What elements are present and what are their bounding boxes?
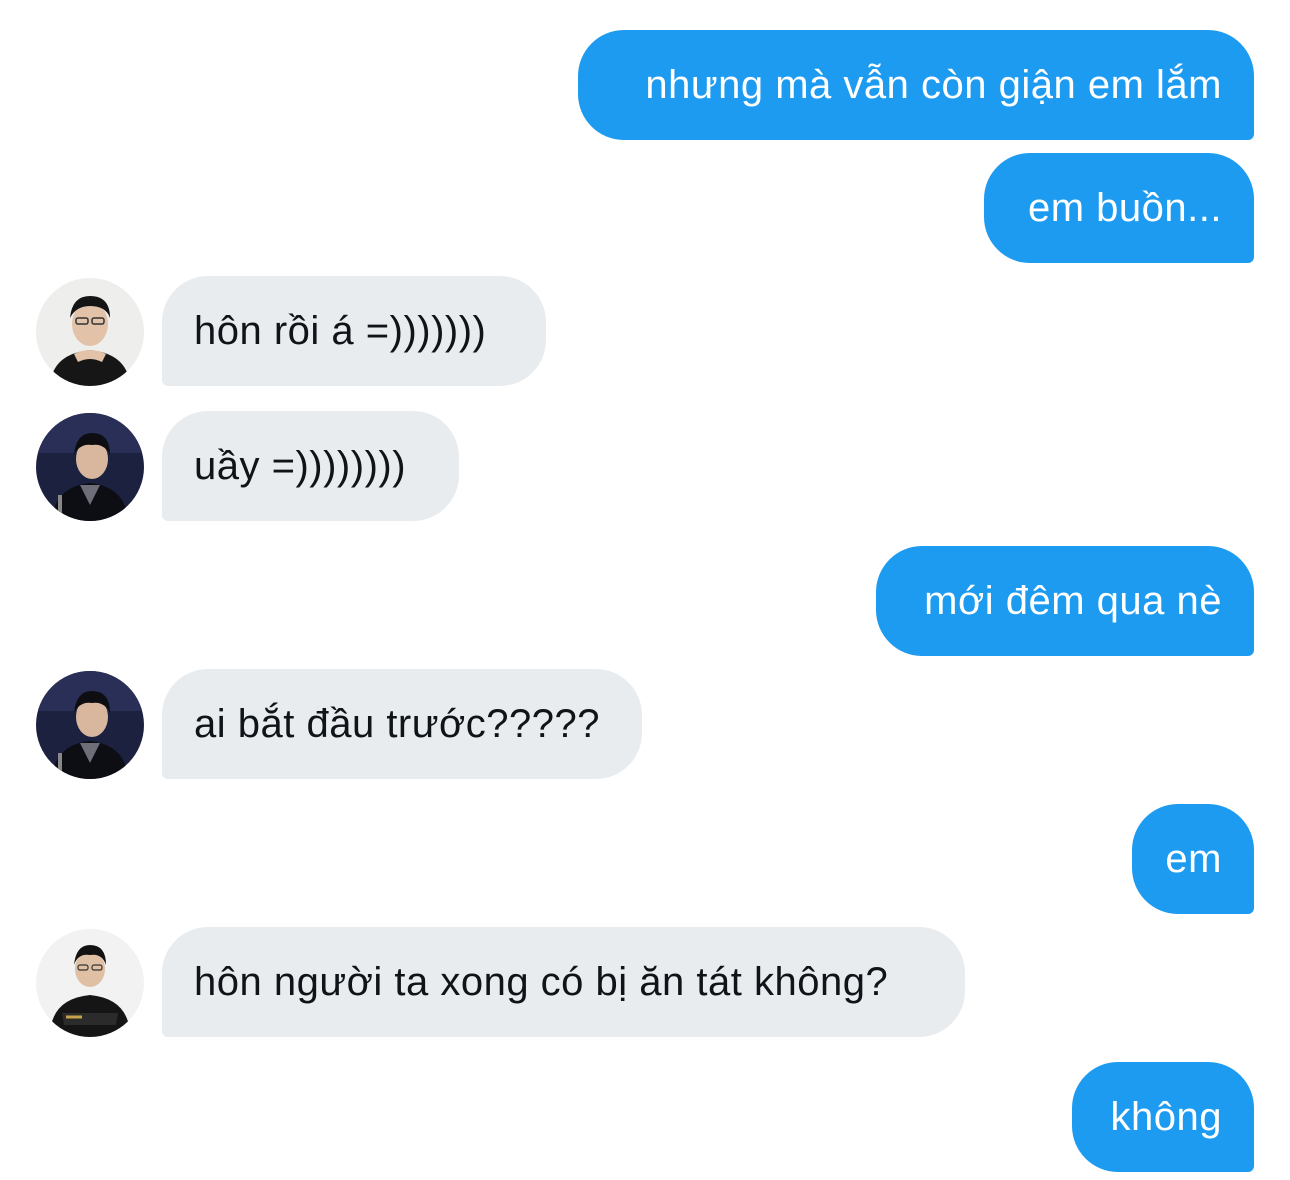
user-avatar[interactable] bbox=[36, 413, 144, 521]
user-avatar[interactable] bbox=[36, 929, 144, 1037]
message-text: hôn người ta xong có bị ăn tát không? bbox=[194, 959, 889, 1004]
message-text: nhưng mà vẫn còn giận em lắm bbox=[645, 62, 1222, 107]
message-row-incoming: uầy =)))))))) bbox=[0, 411, 1290, 521]
incoming-message-bubble[interactable]: hôn người ta xong có bị ăn tát không? bbox=[162, 927, 965, 1037]
person-in-black-jacket-avatar bbox=[36, 929, 144, 1037]
message-row-outgoing: em buồn... bbox=[0, 153, 1290, 263]
message-row-outgoing: nhưng mà vẫn còn giận em lắm bbox=[0, 30, 1290, 140]
incoming-message-bubble[interactable]: ai bắt đầu trước????? bbox=[162, 669, 642, 779]
message-text: mới đêm qua nè bbox=[924, 578, 1222, 623]
outgoing-message-bubble[interactable]: mới đêm qua nè bbox=[876, 546, 1254, 656]
person-in-dark-suit-avatar bbox=[36, 413, 144, 521]
message-text: uầy =)))))))) bbox=[194, 443, 407, 488]
message-text: ai bắt đầu trước????? bbox=[194, 701, 600, 746]
message-row-outgoing: mới đêm qua nè bbox=[0, 546, 1290, 656]
message-row-incoming: hôn rồi á =))))))) bbox=[0, 276, 1290, 386]
message-row-outgoing: không bbox=[0, 1062, 1290, 1172]
message-text: không bbox=[1110, 1094, 1222, 1139]
person-in-dark-suit-avatar bbox=[36, 671, 144, 779]
message-row-incoming: hôn người ta xong có bị ăn tát không? bbox=[0, 927, 1290, 1037]
chat-conversation: nhưng mà vẫn còn giận em lắm em buồn... … bbox=[0, 0, 1290, 1180]
person-in-white-background-avatar bbox=[36, 278, 144, 386]
outgoing-message-bubble[interactable]: em bbox=[1132, 804, 1254, 914]
message-text: em bbox=[1165, 836, 1222, 881]
message-row-incoming: ai bắt đầu trước????? bbox=[0, 669, 1290, 779]
user-avatar[interactable] bbox=[36, 671, 144, 779]
outgoing-message-bubble[interactable]: nhưng mà vẫn còn giận em lắm bbox=[578, 30, 1254, 140]
incoming-message-bubble[interactable]: uầy =)))))))) bbox=[162, 411, 459, 521]
message-text: em buồn... bbox=[1027, 185, 1222, 230]
message-text: hôn rồi á =))))))) bbox=[194, 308, 487, 353]
outgoing-message-bubble[interactable]: em buồn... bbox=[984, 153, 1254, 263]
message-row-outgoing: em bbox=[0, 804, 1290, 914]
user-avatar[interactable] bbox=[36, 278, 144, 386]
incoming-message-bubble[interactable]: hôn rồi á =))))))) bbox=[162, 276, 546, 386]
outgoing-message-bubble[interactable]: không bbox=[1072, 1062, 1254, 1172]
